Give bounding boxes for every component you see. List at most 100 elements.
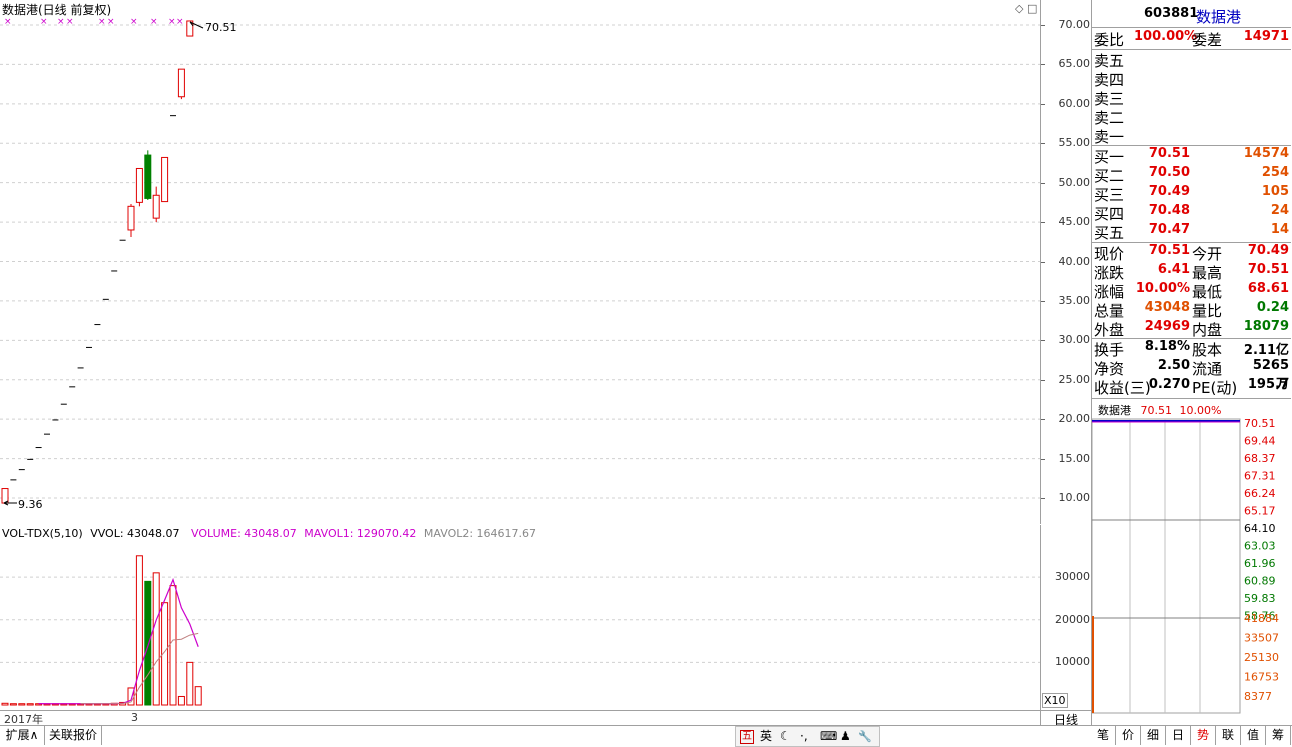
event-marker: × [57,17,65,27]
right-tab[interactable]: 势 [1191,726,1216,745]
price-tick-mark [1041,25,1045,26]
volume-bar [144,580,152,706]
ime-punct-icon[interactable]: ·, [800,727,808,746]
stat-value: 24969 [1144,319,1190,334]
expand-tab[interactable]: 扩展∧ [0,726,45,745]
kline-svg: × × × × × × × × × × [0,17,1040,506]
mini-intraday-chart[interactable]: 70.51 69.44 68.37 67.31 66.24 65.17 64.10 63.03… [1092,416,1292,716]
price-tick: 65.00 [1058,57,1091,71]
fund-value: 0.270 [1148,377,1190,392]
fund-label: 股本 [1192,341,1223,359]
price-tick: 15.00 [1058,451,1091,465]
ime-tool-icon[interactable]: 🔧 [858,727,872,746]
ime-mode-icon[interactable]: 五 [740,730,754,744]
volume-bar [1,702,9,706]
ime-moon-icon[interactable]: ☾ [780,727,791,746]
stat-label: 涨幅 [1094,283,1125,301]
sell-label: 卖一 [1094,128,1125,146]
right-tab[interactable]: 笔 [1091,726,1116,745]
mini-price-tick: 59.83 [1244,592,1276,605]
right-tab[interactable]: 价 [1116,726,1141,745]
price-tick: 70.00 [1058,18,1091,31]
right-tab[interactable]: 筹 [1266,726,1291,745]
fund-label: 净资 [1094,360,1125,378]
stat-value: 70.51 [1247,262,1289,277]
candle [1,488,9,504]
price-tick-mark [1041,419,1045,421]
volume-chart[interactable]: VOL-TDX(5,10) VVOL: 43048.07 VOLUME: 430… [0,525,1041,710]
stat-label: 最低 [1192,283,1223,301]
ime-english-icon[interactable]: 英 [760,727,772,746]
volume-svg [0,555,1040,706]
mini-frame [1092,418,1241,714]
stat-row: 涨幅 10.00% 最低 68.61 [1092,281,1291,301]
volume-tick: 30000 [1055,570,1090,584]
sell-label: 卖三 [1094,90,1125,108]
mini-vol-tick: 16753 [1244,671,1279,684]
buy-label: 买四 [1094,205,1125,223]
stat-value: 70.49 [1247,243,1289,258]
price-tick: 20.00 [1058,412,1091,426]
event-marker: × [168,17,176,27]
right-tab[interactable]: 联 [1216,726,1241,745]
price-tick: 35.00 [1058,293,1091,307]
price-tick-mark [1041,498,1045,499]
buy-volume: 14574 [1243,146,1289,161]
price-tick: 55.00 [1058,136,1091,150]
mini-vol-tick: 25130 [1244,651,1279,664]
stat-label: 总量 [1094,302,1125,320]
mini-price-tick: 67.31 [1244,470,1276,483]
event-marker: × [130,17,138,27]
date-axis: 2017年 3 [0,710,1041,726]
weicha-label: 委差 [1192,31,1223,49]
mini-price-tick: 65.17 [1244,505,1276,518]
candle [161,156,169,203]
right-tab[interactable]: 值 [1241,726,1266,745]
price-tick-mark [1041,300,1045,302]
period-button[interactable]: 日线 [1041,710,1091,727]
right-tab[interactable]: 细 [1141,726,1166,745]
buy-price: 70.50 [1148,165,1190,180]
stat-value: 6.41 [1157,262,1190,277]
mini-price-tick: 64.10 [1244,522,1276,535]
stock-name: 数据港 [1196,8,1242,26]
right-tab[interactable]: 日 [1166,726,1191,745]
buy-volume: 254 [1261,165,1289,180]
fund-label: PE(动) [1192,379,1238,397]
volume-bar [177,695,185,706]
buy-price: 70.49 [1148,184,1190,199]
stat-label: 今开 [1192,245,1223,263]
price-tick: 45.00 [1058,215,1091,229]
related-quote-tab[interactable]: 关联报价 [45,726,102,745]
mini-price-tick: 61.96 [1244,557,1276,570]
sell-label: 卖二 [1094,109,1125,127]
fund-label: 流通 [1192,360,1223,378]
sell-row: 卖二 [1092,107,1291,127]
ime-toolbar[interactable]: 五 英 ☾ ·, ⌨ ♟ 🔧 [735,726,880,747]
price-axis: 70.00 65.00 60.00 55.00 50.00 45.00 40.00 35.00… [1041,0,1090,710]
bottom-bar: 扩展∧ 关联报价 五 英 ☾ ·, ⌨ ♟ 🔧 [0,725,1091,747]
volume-bar [186,661,194,706]
buy-label: 买一 [1094,148,1125,166]
stat-label: 最高 [1192,264,1223,282]
ime-keyboard-icon[interactable]: ⌨ [820,727,837,746]
buy-price: 70.51 [1148,146,1190,161]
stat-label: 现价 [1094,245,1125,263]
stat-label: 涨跌 [1094,264,1125,282]
kline-chart[interactable]: 数据港(日线 前复权) ◇ □ × × × × × × × × × × 70.51 9.36 [0,0,1041,524]
mini-price-tick: 63.03 [1244,540,1276,553]
buy-row: 买四 70.48 24 [1092,203,1291,223]
stat-value: 70.51 [1148,243,1190,258]
price-tick-mark [1041,143,1045,145]
mini-vol-bar [1092,616,1094,713]
buy-price: 70.47 [1148,222,1190,237]
ime-user-icon[interactable]: ♟ [840,727,851,746]
candle [127,203,135,238]
mini-vol-tick: 8377 [1244,690,1272,703]
volume-bar [194,686,202,706]
event-marker: × [66,17,74,27]
buy-label: 买三 [1094,186,1125,204]
candle [135,167,143,207]
stock-header: 603881 数据港 [1092,6,1291,26]
weicha-value: 14971 [1243,29,1289,44]
